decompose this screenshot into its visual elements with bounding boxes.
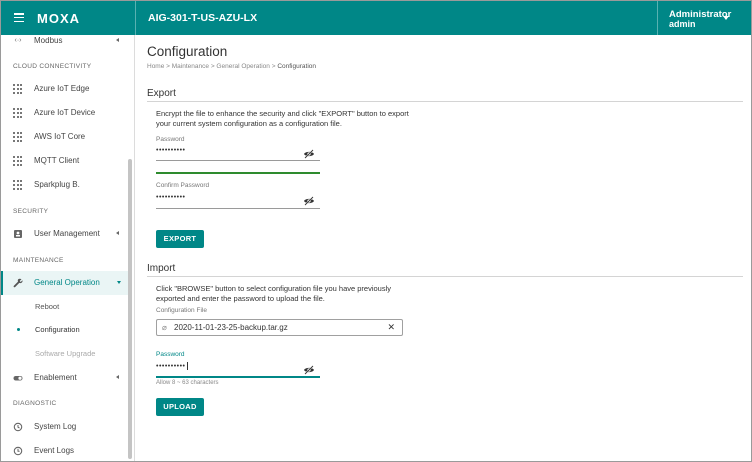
sidebar-item-label: Enablement bbox=[34, 373, 77, 382]
breadcrumb-home[interactable]: Home bbox=[147, 63, 164, 70]
user-name[interactable]: admin bbox=[669, 19, 696, 29]
breadcrumb-general-operation[interactable]: General Operation bbox=[216, 63, 269, 70]
import-password-label: Password bbox=[156, 351, 185, 358]
export-password-underline bbox=[156, 160, 320, 161]
wrench-icon bbox=[13, 278, 23, 288]
grid-icon bbox=[13, 108, 23, 118]
topbar-divider bbox=[135, 1, 136, 35]
export-button[interactable]: EXPORT bbox=[156, 230, 204, 248]
sidebar-subitem-configuration[interactable]: Configuration bbox=[35, 325, 80, 334]
configuration-file-name: 2020-11-01-23-25-backup.tar.gz bbox=[174, 323, 288, 332]
section-security: SECURITY bbox=[13, 208, 49, 215]
sidebar-item-sparkplug-b[interactable]: Sparkplug B. bbox=[1, 173, 128, 196]
sidebar-item-label: General Operation bbox=[34, 278, 100, 287]
sidebar-item-label: AWS IoT Core bbox=[34, 132, 86, 141]
sidebar-item-label: User Management bbox=[34, 229, 100, 238]
sidebar-item-user-management[interactable]: User Management bbox=[1, 222, 128, 245]
user-menu-caret-icon[interactable] bbox=[723, 16, 729, 20]
device-name: AIG-301-T-US-AZU-LX bbox=[148, 12, 258, 24]
chevron-down-icon bbox=[117, 281, 121, 284]
sidebar-item-label: Event Logs bbox=[34, 446, 75, 455]
sidebar-item-label: Sparkplug B. bbox=[34, 180, 80, 189]
grid-icon bbox=[13, 132, 23, 142]
chevron-left-icon bbox=[116, 38, 119, 42]
import-password-value: •••••••••• bbox=[156, 362, 186, 370]
sidebar-item-azure-iot-device[interactable]: Azure IoT Device bbox=[1, 101, 128, 124]
sidebar-item-label: MQTT Client bbox=[34, 156, 80, 165]
active-dot-icon bbox=[17, 328, 20, 331]
sidebar: ‹·› Modbus CLOUD CONNECTIVITY Azure IoT … bbox=[1, 35, 135, 461]
clock-icon bbox=[13, 446, 23, 456]
text-cursor bbox=[186, 362, 188, 370]
chevron-left-icon bbox=[116, 231, 119, 235]
grid-icon bbox=[13, 156, 23, 166]
hamburger-menu-icon[interactable] bbox=[14, 13, 24, 23]
breadcrumb-maintenance[interactable]: Maintenance bbox=[172, 63, 209, 70]
sidebar-item-label: Modbus bbox=[34, 36, 63, 45]
password-helper-text: Allow 8 ~ 63 characters bbox=[156, 380, 219, 386]
export-password-input[interactable]: •••••••••• bbox=[156, 147, 186, 154]
confirm-password-input[interactable]: •••••••••• bbox=[156, 194, 186, 201]
moxa-logo: MOXA bbox=[37, 11, 80, 26]
sidebar-item-event-logs[interactable]: Event Logs bbox=[1, 439, 128, 461]
section-diagnostic: DIAGNOSTIC bbox=[13, 400, 57, 407]
sidebar-item-label: Azure IoT Edge bbox=[34, 84, 90, 93]
user-divider bbox=[657, 1, 658, 35]
configuration-file-label: Configuration File bbox=[156, 307, 207, 314]
sidebar-item-azure-iot-edge[interactable]: Azure IoT Edge bbox=[1, 77, 128, 100]
import-description: Click "BROWSE" button to select configur… bbox=[156, 284, 392, 303]
sidebar-item-system-log[interactable]: System Log bbox=[1, 415, 128, 438]
page-title: Configuration bbox=[147, 44, 228, 59]
import-password-underline bbox=[156, 376, 320, 378]
breadcrumb-current: Configuration bbox=[277, 63, 316, 70]
breadcrumb-sep: > bbox=[271, 63, 276, 70]
app-window: MOXA AIG-301-T-US-AZU-LX Administrator a… bbox=[0, 0, 752, 462]
section-cloud-connectivity: CLOUD CONNECTIVITY bbox=[13, 63, 92, 70]
password-strength-bar bbox=[156, 172, 320, 174]
grid-icon bbox=[13, 180, 23, 190]
sidebar-item-label: Azure IoT Device bbox=[34, 108, 96, 117]
sidebar-item-mqtt-client[interactable]: MQTT Client bbox=[1, 149, 128, 172]
user-card-icon bbox=[13, 229, 23, 239]
toggle-icon bbox=[13, 373, 23, 383]
import-password-input[interactable]: •••••••••• bbox=[156, 362, 188, 370]
chevron-left-icon bbox=[116, 375, 119, 379]
breadcrumb-sep: > bbox=[166, 63, 170, 70]
upload-button[interactable]: UPLOAD bbox=[156, 398, 204, 416]
main-content: Configuration Home > Maintenance > Gener… bbox=[136, 35, 751, 461]
export-description: Encrypt the file to enhance the security… bbox=[156, 109, 409, 128]
sidebar-scrollbar[interactable] bbox=[128, 159, 132, 459]
sidebar-item-general-operation[interactable]: General Operation bbox=[1, 271, 128, 295]
section-maintenance: MAINTENANCE bbox=[13, 257, 64, 264]
export-section-title: Export bbox=[147, 88, 176, 99]
export-password-label: Password bbox=[156, 136, 185, 143]
configuration-file-field[interactable]: ⌀ 2020-11-01-23-25-backup.tar.gz ✕ bbox=[156, 319, 403, 336]
eye-off-icon[interactable] bbox=[303, 146, 315, 164]
confirm-password-label: Confirm Password bbox=[156, 182, 210, 189]
history-icon bbox=[13, 422, 23, 432]
sidebar-subitem-reboot[interactable]: Reboot bbox=[35, 302, 59, 311]
import-divider bbox=[147, 276, 743, 277]
sidebar-item-label: System Log bbox=[34, 422, 77, 431]
code-brackets-icon: ‹·› bbox=[14, 37, 22, 44]
breadcrumb-sep: > bbox=[210, 63, 215, 70]
sidebar-item-enablement[interactable]: Enablement bbox=[1, 366, 128, 389]
sidebar-item-modbus[interactable]: ‹·› Modbus bbox=[1, 29, 128, 52]
import-section-title: Import bbox=[147, 263, 176, 274]
grid-icon bbox=[13, 84, 23, 94]
sidebar-subitem-software-upgrade[interactable]: Software Upgrade bbox=[35, 349, 95, 358]
export-divider bbox=[147, 101, 743, 102]
confirm-password-underline bbox=[156, 208, 320, 209]
breadcrumb: Home > Maintenance > General Operation >… bbox=[147, 63, 316, 70]
close-icon[interactable]: ✕ bbox=[387, 322, 395, 333]
sidebar-item-aws-iot-core[interactable]: AWS IoT Core bbox=[1, 125, 128, 148]
paperclip-icon: ⌀ bbox=[162, 323, 167, 332]
